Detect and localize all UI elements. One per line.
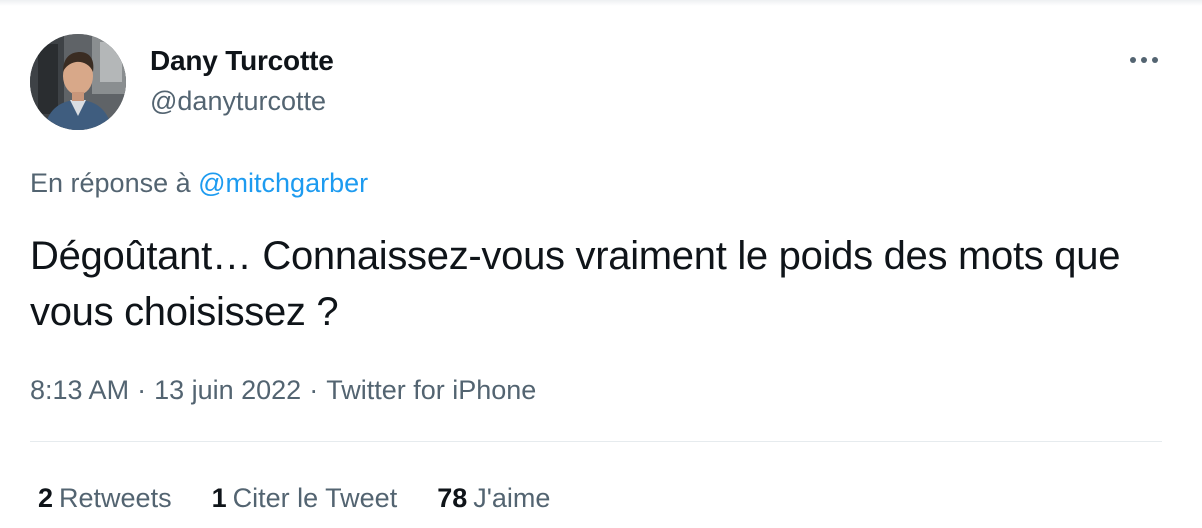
retweets-stat[interactable]: 2 Retweets xyxy=(38,480,172,516)
likes-stat[interactable]: 78 J'aime xyxy=(437,480,550,516)
reply-context: En réponse à @mitchgarber xyxy=(30,166,368,200)
author-name[interactable]: Dany Turcotte xyxy=(150,44,334,78)
quotes-count: 1 xyxy=(211,483,227,513)
likes-label: J'aime xyxy=(473,483,551,513)
reply-mention-link[interactable]: @mitchgarber xyxy=(198,168,368,198)
tweet-source[interactable]: Twitter for iPhone xyxy=(326,375,536,405)
tweet-date[interactable]: 13 juin 2022 xyxy=(154,375,301,405)
likes-count: 78 xyxy=(437,483,468,513)
top-edge-shadow xyxy=(0,0,1202,6)
tweet-meta: 8:13 AM · 13 juin 2022 · Twitter for iPhone xyxy=(30,372,536,408)
retweets-label: Retweets xyxy=(59,483,172,513)
quotes-label: Citer le Tweet xyxy=(232,483,398,513)
more-options-button[interactable] xyxy=(1126,48,1162,72)
quotes-stat[interactable]: 1 Citer le Tweet xyxy=(212,480,398,516)
avatar-image xyxy=(30,34,126,130)
author-block: Dany Turcotte @danyturcotte xyxy=(150,44,334,118)
tweet-detail: Dany Turcotte @danyturcotte En réponse à… xyxy=(0,0,1202,528)
reply-prefix: En réponse à xyxy=(30,168,191,198)
tweet-time[interactable]: 8:13 AM xyxy=(30,375,129,405)
divider xyxy=(30,441,1162,442)
meta-separator: · xyxy=(137,375,147,405)
avatar[interactable] xyxy=(30,34,126,130)
more-horizontal-icon xyxy=(1130,57,1158,63)
author-handle[interactable]: @danyturcotte xyxy=(150,84,334,118)
tweet-stats: 2 Retweets 1 Citer le Tweet 78 J'aime xyxy=(38,480,590,516)
tweet-text: Dégoûtant… Connaissez-vous vraiment le p… xyxy=(30,234,1121,334)
meta-separator: · xyxy=(309,375,319,405)
retweets-count: 2 xyxy=(38,483,54,513)
